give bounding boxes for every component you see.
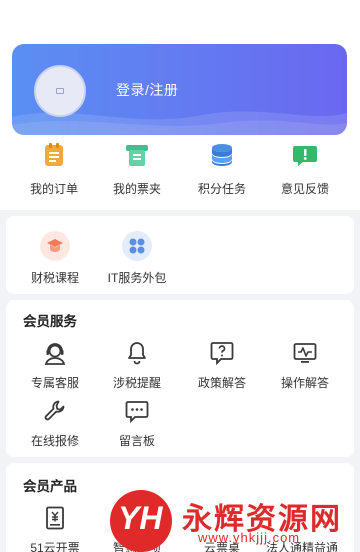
- quick-action-my-orders[interactable]: 我的订单: [9, 142, 99, 197]
- member-service-label: 政策解答: [197, 376, 246, 390]
- member-service-label: 留言板: [118, 434, 155, 448]
- quick-action-label: 我的订单: [29, 182, 78, 196]
- customer-service-icon: [44, 343, 66, 365]
- member-service-operation-answers[interactable]: 操作解答: [265, 340, 345, 391]
- quick-actions: 我的订单 我的票夹 积分任务 意见反馈: [0, 142, 360, 204]
- member-service-policy-answers[interactable]: 政策解答: [182, 340, 262, 391]
- feedback-icon: [293, 146, 317, 166]
- invoice-icon: [46, 506, 64, 530]
- avatar[interactable]: [34, 65, 86, 117]
- login-register-link[interactable]: 登录/注册: [116, 80, 178, 100]
- quick-action-label: 我的票夹: [112, 182, 161, 196]
- services-card: 财税课程 IT服务外包: [6, 216, 354, 294]
- quick-action-feedback[interactable]: 意见反馈: [260, 142, 350, 197]
- message-board-icon: [125, 401, 149, 424]
- watermark: YH 永辉资源网 www.yhkjjj.com: [110, 490, 355, 552]
- member-service-label: 涉税提醒: [112, 376, 161, 390]
- watermark-logo: YH: [110, 490, 172, 552]
- member-products-title: 会员产品: [23, 479, 77, 494]
- wrench-icon: [44, 400, 65, 421]
- member-product-label: 51云开票: [30, 541, 80, 552]
- quick-action-label: 意见反馈: [280, 182, 329, 196]
- avatar-placeholder-icon: [56, 88, 64, 94]
- service-it-outsourcing[interactable]: IT服务外包: [97, 231, 177, 286]
- ticket-folder-icon: [126, 145, 148, 166]
- member-services-title: 会员服务: [23, 314, 77, 329]
- it-outsourcing-icon: [122, 231, 152, 261]
- member-services-card: 会员服务 专属客服 涉税提醒 政策解答 操作解答 在线报修 留言板: [6, 300, 354, 457]
- quick-action-label: 积分任务: [197, 182, 246, 196]
- service-label: IT服务外包: [107, 271, 167, 285]
- member-service-label: 操作解答: [280, 376, 329, 390]
- member-service-dedicated-support[interactable]: 专属客服: [15, 340, 95, 391]
- member-service-label: 在线报修: [30, 434, 79, 448]
- service-label: 财税课程: [30, 271, 79, 285]
- monitor-icon: [293, 343, 317, 363]
- member-service-label: 专属客服: [30, 376, 79, 390]
- watermark-logo-text: YH: [118, 500, 163, 536]
- member-service-tax-reminder[interactable]: 涉税提醒: [97, 340, 177, 391]
- orders-icon: [45, 143, 63, 166]
- member-product-51-invoice[interactable]: 51云开票: [15, 505, 95, 552]
- points-stack-icon: [212, 144, 232, 166]
- member-service-message-board[interactable]: 留言板: [97, 398, 177, 449]
- quick-action-ticket-folder[interactable]: 我的票夹: [92, 142, 182, 197]
- login-banner[interactable]: 登录/注册: [12, 44, 347, 135]
- watermark-url: www.yhkjjj.com: [198, 530, 301, 545]
- bell-icon: [128, 342, 146, 365]
- member-service-online-repair[interactable]: 在线报修: [15, 398, 95, 449]
- course-icon: [40, 231, 70, 261]
- question-icon: [210, 342, 234, 366]
- service-finance-course[interactable]: 财税课程: [15, 231, 95, 286]
- quick-action-points-tasks[interactable]: 积分任务: [177, 142, 267, 197]
